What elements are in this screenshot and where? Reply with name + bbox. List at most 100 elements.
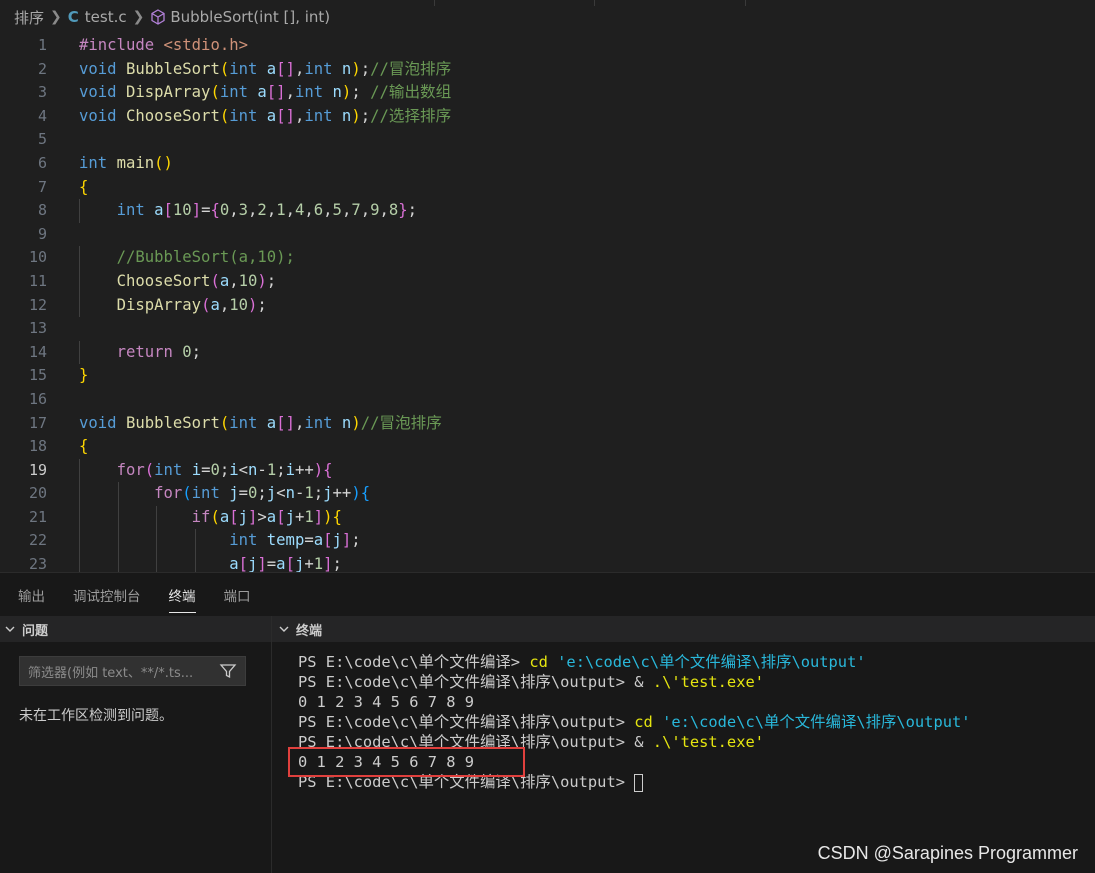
terminal-token: .\'test.exe'	[652, 733, 764, 751]
filter-funnel-icon[interactable]	[219, 662, 237, 680]
code-text: void BubbleSort(int a[],int n);//冒泡排序	[79, 58, 451, 82]
code-token: 4	[294, 201, 305, 220]
line-number: 11	[28, 271, 47, 290]
chevron-down-icon	[278, 623, 290, 635]
problems-view: 问题 筛选器(例如 text、**/*.ts... 未在工作区检测到问题。	[0, 616, 272, 873]
code-token: 1	[266, 460, 277, 479]
code-line[interactable]: 4 void ChooseSort(int a[],int n);//选择排序	[0, 105, 1095, 129]
code-token: {	[323, 460, 333, 479]
code-token: j	[332, 531, 342, 550]
code-line[interactable]: 16	[0, 388, 1095, 412]
code-editor[interactable]: 1 #include <stdio.h> 2 void BubbleSort(int …	[0, 34, 1095, 572]
code-line[interactable]: 23 a[j]=a[j+1];	[0, 553, 1095, 572]
code-line[interactable]: 20 for(int j=0;j<n-1;j++){	[0, 482, 1095, 506]
code-token: //BubbleSort(a,10);	[116, 248, 295, 267]
tab-terminal[interactable]: 终端	[168, 575, 196, 615]
code-token: ,	[379, 201, 389, 220]
chevron-down-icon	[4, 623, 16, 635]
code-token: ,	[323, 201, 333, 220]
code-token: (	[182, 484, 192, 503]
code-line[interactable]: 6 int main()	[0, 152, 1095, 176]
code-line[interactable]: 19 for(int i=0;i<n-1;i++){	[0, 458, 1095, 483]
code-token: (	[144, 460, 155, 479]
tab-output[interactable]: 输出	[18, 575, 45, 615]
problems-filter-input[interactable]: 筛选器(例如 text、**/*.ts...	[19, 656, 246, 686]
line-number: 18	[28, 437, 47, 456]
filter-placeholder: 筛选器(例如 text、**/*.ts...	[28, 665, 194, 681]
code-line[interactable]: 2 void BubbleSort(int a[],int n);//冒泡排序	[0, 58, 1095, 82]
code-token: )	[351, 106, 361, 125]
code-token: a	[266, 106, 277, 125]
code-token: a	[210, 295, 220, 314]
code-token: ;	[313, 484, 324, 503]
code-token: 5	[332, 201, 342, 220]
code-line[interactable]: 1 #include <stdio.h>	[0, 34, 1095, 58]
code-token: //输出数组	[370, 83, 452, 102]
code-token: int	[304, 413, 342, 432]
method-cube-icon	[150, 9, 166, 25]
code-token: int	[229, 531, 267, 550]
code-token: -	[294, 484, 305, 503]
code-text: for(int j=0;j<n-1;j++){	[79, 482, 370, 506]
code-token: )	[248, 295, 258, 314]
code-text: int temp=a[j];	[79, 529, 360, 553]
code-line[interactable]: 12 DispArray(a,10);	[0, 293, 1095, 318]
code-token: 2	[257, 201, 267, 220]
problems-title: 问题	[22, 623, 49, 639]
code-token: 8	[388, 201, 399, 220]
code-text: ChooseSort(a,10);	[79, 270, 277, 294]
code-line[interactable]: 18 {	[0, 435, 1095, 459]
breadcrumb-symbol[interactable]: BubbleSort(int [], int)	[170, 8, 330, 26]
tab-divider	[594, 0, 595, 6]
code-token: [	[323, 531, 333, 550]
code-text: if(a[j]>a[j+1]){	[79, 506, 342, 530]
problems-header[interactable]: 问题	[0, 616, 271, 642]
code-token: int	[229, 106, 267, 125]
terminal-view[interactable]: 终端 PS E:\code\c\单个文件编译> cd 'e:\code\c\单个…	[272, 616, 1095, 873]
code-token: [	[276, 507, 286, 526]
line-number: 10	[28, 248, 47, 267]
code-token: +	[294, 507, 305, 526]
code-token: for	[116, 460, 145, 479]
code-line[interactable]: 13	[0, 317, 1095, 341]
code-token: j	[323, 484, 333, 503]
code-line[interactable]: 3 void DispArray(int a[],int n); //输出数组	[0, 81, 1095, 105]
code-line[interactable]: 22 int temp=a[j];	[0, 529, 1095, 554]
code-text: //BubbleSort(a,10);	[79, 246, 295, 270]
code-token: 0	[210, 460, 220, 479]
code-line[interactable]: 10 //BubbleSort(a,10);	[0, 246, 1095, 270]
code-line[interactable]: 9	[0, 223, 1095, 247]
code-line[interactable]: 15}	[0, 364, 1095, 388]
line-number: 4	[37, 106, 47, 125]
code-line[interactable]: 7{	[0, 176, 1095, 200]
breadcrumb-file[interactable]: test.c	[85, 8, 127, 26]
code-token: i	[191, 460, 202, 479]
line-number: 19	[28, 460, 47, 479]
tab-debug-console[interactable]: 调试控制台	[73, 575, 141, 615]
code-token: (	[210, 271, 220, 290]
code-token: [	[285, 555, 295, 572]
code-line[interactable]: 5	[0, 128, 1095, 152]
code-text: return 0;	[79, 341, 202, 365]
code-token: 3	[238, 201, 249, 220]
code-token: ;	[257, 295, 267, 314]
tab-ports[interactable]: 端口	[224, 575, 251, 615]
code-token: i	[285, 460, 295, 479]
terminal-header[interactable]: 终端	[272, 616, 1095, 642]
code-token: a	[219, 271, 230, 290]
code-token: 0	[182, 342, 192, 361]
code-line[interactable]: 11 ChooseSort(a,10);	[0, 269, 1095, 294]
code-line[interactable]: 14 return 0;	[0, 340, 1095, 365]
code-token: ()	[154, 153, 173, 172]
code-token: int	[229, 59, 267, 78]
line-number: 21	[28, 507, 47, 526]
code-line[interactable]: 21 if(a[j]>a[j+1]){	[0, 505, 1095, 530]
line-number: 17	[28, 413, 47, 432]
code-token: int	[294, 83, 333, 102]
code-token: #include	[79, 36, 164, 54]
code-token: )	[351, 59, 361, 78]
code-line[interactable]: 8 int a[10]={0,3,2,1,4,6,5,7,9,8};	[0, 199, 1095, 223]
code-line[interactable]: 17 void BubbleSort(int a[],int n)//冒泡排序	[0, 412, 1095, 436]
breadcrumb-folder[interactable]: 排序	[14, 7, 44, 28]
